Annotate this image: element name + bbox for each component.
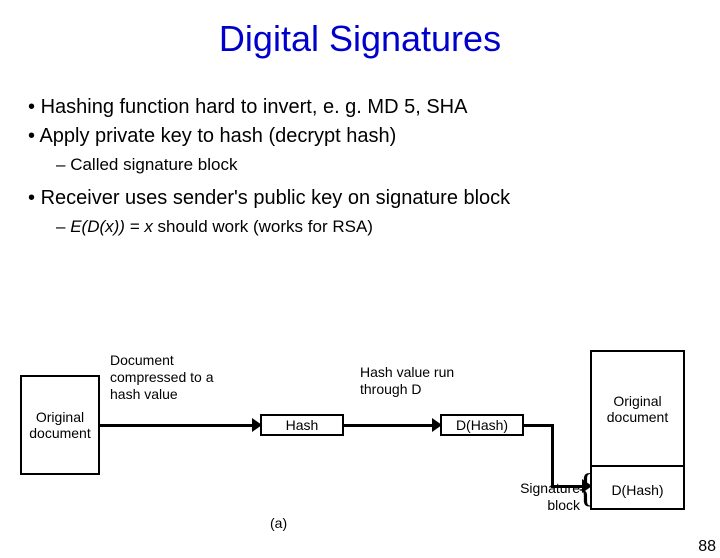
bullet-text: Receiver uses sender's public key on sig… [41, 187, 511, 209]
output-orig-cell: Original document [592, 352, 683, 467]
original-document-box: Original document [20, 375, 100, 475]
arrow-line [551, 424, 554, 488]
bullet-text: Hashing function hard to invert, e. g. M… [41, 96, 468, 118]
bullet-subitem: E(D(x)) = x should work (works for RSA) [56, 216, 720, 239]
bullet-item: Receiver uses sender's public key on sig… [28, 185, 720, 212]
arrow-line [344, 424, 438, 427]
bullet-text: should work (works for RSA) [153, 217, 373, 236]
bullet-item: Apply private key to hash (decrypt hash) [28, 123, 720, 150]
dhash-box: D(Hash) [440, 414, 524, 436]
output-document-box: Original document D(Hash) [590, 350, 685, 510]
bullet-item: Hashing function hard to invert, e. g. M… [28, 94, 720, 121]
signature-diagram: Original document Document compressed to… [20, 350, 700, 540]
bullet-list: Hashing function hard to invert, e. g. M… [28, 94, 720, 239]
caption-a: (a) [270, 515, 300, 532]
formula-text: E(D(x)) = x [70, 217, 153, 236]
hash-run-label: Hash value run through D [360, 364, 480, 398]
output-dhash-cell: D(Hash) [592, 467, 683, 512]
brace-icon: { [576, 468, 595, 508]
bullet-text: Apply private key to hash (decrypt hash) [39, 125, 396, 147]
signature-block-label: Signature block [510, 480, 580, 514]
arrow-line [100, 424, 258, 427]
bullet-text: Called signature block [70, 155, 237, 174]
hash-box: Hash [260, 414, 344, 436]
arrow-line [524, 424, 554, 427]
compress-label: Document compressed to a hash value [110, 352, 240, 402]
page-number: 88 [698, 538, 716, 556]
bullet-subitem: Called signature block [56, 154, 720, 177]
slide-title: Digital Signatures [0, 18, 720, 60]
